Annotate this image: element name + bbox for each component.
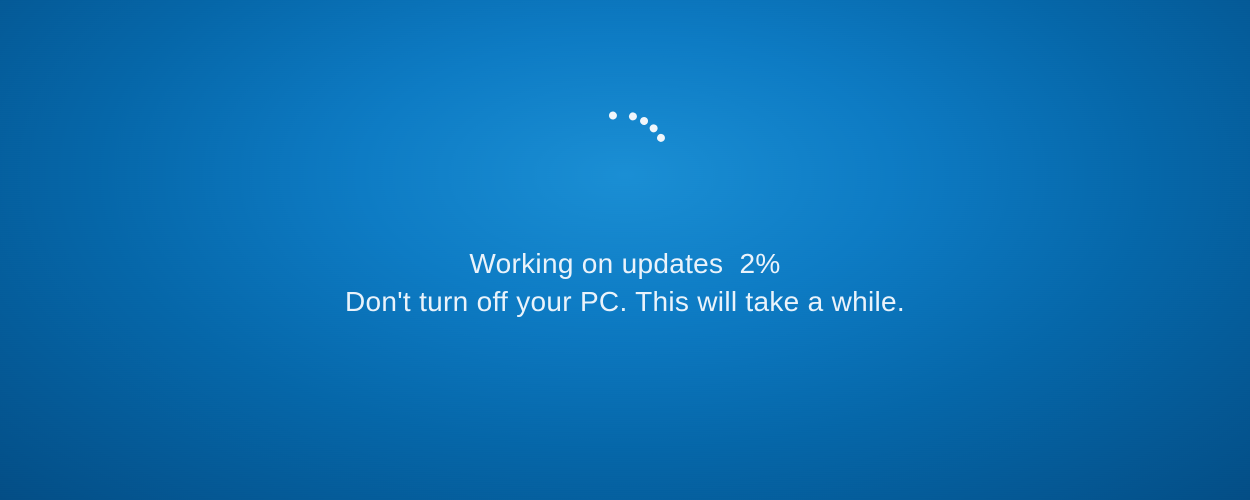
spinner-dot xyxy=(655,132,666,143)
update-warning-text: Don't turn off your PC. This will take a… xyxy=(0,286,1250,318)
spinner-dot xyxy=(628,112,637,121)
spinner-icon xyxy=(580,120,670,210)
update-percent: 2% xyxy=(740,248,781,279)
spinner-dot xyxy=(639,116,650,127)
spinner-dot xyxy=(608,111,618,121)
update-status-line: Working on updates 2% xyxy=(0,248,1250,280)
spinner-dot xyxy=(648,123,659,134)
update-status-text: Working on updates xyxy=(469,248,723,279)
update-message: Working on updates 2% Don't turn off you… xyxy=(0,248,1250,318)
